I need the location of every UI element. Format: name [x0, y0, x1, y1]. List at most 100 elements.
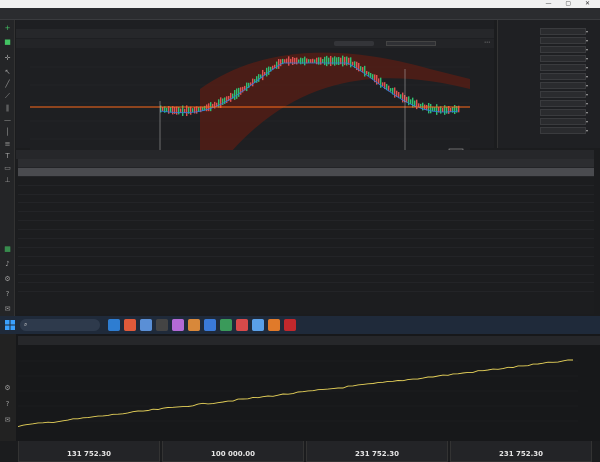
app-icon[interactable] [204, 319, 216, 331]
table-row[interactable] [18, 266, 594, 275]
parameter-input[interactable] [540, 55, 586, 62]
table-row[interactable] [18, 230, 594, 240]
table-row[interactable] [18, 195, 594, 204]
chevron-down-icon[interactable]: ▾ [586, 82, 588, 90]
candle [238, 87, 240, 97]
channel-tool-icon[interactable]: ∥ [3, 104, 12, 113]
candle [336, 57, 338, 65]
price-chart[interactable] [30, 49, 470, 159]
grid-icon[interactable]: ▦ [3, 245, 12, 254]
app-icon[interactable] [284, 319, 296, 331]
candle [366, 70, 368, 75]
chevron-down-icon[interactable]: ▾ [586, 100, 588, 108]
line-tool-icon[interactable]: ╱ [3, 80, 12, 89]
table-row[interactable] [18, 257, 594, 266]
candle [234, 90, 236, 100]
candle [280, 59, 282, 67]
store-icon[interactable] [156, 319, 168, 331]
candle [312, 58, 314, 64]
parameter-row: ▾ [504, 91, 596, 99]
parameter-input[interactable] [540, 100, 586, 107]
chevron-down-icon[interactable]: ▾ [586, 73, 588, 81]
app-icon[interactable] [220, 319, 232, 331]
firefox-icon[interactable] [268, 319, 280, 331]
candle [346, 56, 348, 66]
chevron-down-icon[interactable]: ▾ [586, 91, 588, 99]
equity-panel: ⚙ ? ✉ [0, 334, 600, 441]
bell-icon[interactable]: ♪ [3, 260, 12, 269]
app-icon[interactable] [172, 319, 184, 331]
app-icon[interactable] [252, 319, 264, 331]
chart-menu-icon[interactable]: ⋯ [484, 39, 490, 46]
parameter-input[interactable] [540, 82, 586, 89]
app-icon[interactable] [236, 319, 248, 331]
table-row[interactable] [18, 221, 594, 231]
chevron-down-icon[interactable]: ▾ [586, 37, 588, 45]
parameter-row: ▾ [504, 37, 596, 45]
parameter-input[interactable] [540, 118, 586, 125]
text-tool-icon[interactable]: T [3, 152, 12, 161]
table-row[interactable] [18, 203, 594, 213]
table-row[interactable] [18, 283, 594, 293]
help-icon[interactable]: ? [3, 400, 12, 409]
parameter-input[interactable] [540, 91, 586, 98]
table-row[interactable] [18, 239, 594, 248]
summary-box: 231 752.30 [450, 439, 592, 462]
chart-panel: ⋯ [16, 20, 494, 159]
table-row[interactable] [18, 248, 594, 257]
windows-start-icon[interactable] [5, 320, 15, 330]
chevron-down-icon[interactable]: ▾ [586, 28, 588, 36]
help-icon[interactable]: ? [3, 290, 12, 299]
taskbar-search[interactable]: ⌕ [20, 319, 100, 331]
symbol-select[interactable] [386, 41, 436, 46]
square-icon[interactable]: ■ [3, 38, 12, 47]
fib-tool-icon[interactable]: ≡ [3, 140, 12, 149]
candle [430, 103, 432, 114]
horizontal-line-icon[interactable]: — [3, 116, 12, 125]
summary-box: 131 752.30 [18, 439, 160, 462]
parameter-input[interactable] [540, 109, 586, 116]
chevron-down-icon[interactable]: ▾ [586, 109, 588, 117]
explorer-icon[interactable] [140, 319, 152, 331]
taskview-icon[interactable] [108, 319, 120, 331]
app-icon[interactable] [188, 319, 200, 331]
parameter-input[interactable] [540, 64, 586, 71]
table-row[interactable] [18, 186, 594, 195]
results-tabs [16, 150, 594, 159]
chevron-down-icon[interactable]: ▾ [586, 127, 588, 135]
chevron-down-icon[interactable]: ▾ [586, 64, 588, 72]
chat-icon[interactable]: ✉ [3, 416, 12, 425]
parameter-input[interactable] [540, 127, 586, 134]
plus-icon[interactable]: + [3, 24, 12, 33]
chevron-down-icon[interactable]: ▾ [586, 118, 588, 126]
candle [332, 57, 334, 65]
table-row[interactable] [18, 177, 594, 186]
table-row[interactable] [18, 212, 594, 222]
settings-icon[interactable]: ⚙ [3, 384, 12, 393]
parameter-input[interactable] [540, 46, 586, 53]
vertical-line-icon[interactable]: │ [3, 128, 12, 137]
zoom-slider[interactable] [334, 41, 374, 46]
parameter-row: ▾ [504, 127, 596, 135]
browser-icon[interactable] [124, 319, 136, 331]
pointer-icon[interactable]: ↖ [3, 68, 12, 77]
parameter-input[interactable] [540, 37, 586, 44]
candle [330, 55, 332, 67]
parameter-row: ▾ [504, 100, 596, 108]
chevron-down-icon[interactable]: ▾ [586, 46, 588, 54]
chat-icon[interactable]: ✉ [3, 305, 12, 314]
table-row[interactable] [18, 167, 594, 177]
ray-tool-icon[interactable]: ⟋ [3, 92, 12, 101]
chevron-down-icon[interactable]: ▾ [586, 55, 588, 63]
table-row[interactable] [18, 275, 594, 284]
measure-icon[interactable]: ⊥ [3, 176, 12, 185]
table-header-row [18, 159, 594, 168]
parameter-input[interactable] [540, 28, 586, 35]
settings-icon[interactable]: ⚙ [3, 275, 12, 284]
candle [162, 107, 164, 112]
shape-tool-icon[interactable]: ▭ [3, 164, 12, 173]
parameter-input[interactable] [540, 73, 586, 80]
candle [442, 107, 444, 112]
crosshair-icon[interactable]: ✛ [3, 54, 12, 63]
window-controls[interactable]: — ▢ ✕ [545, 0, 596, 8]
